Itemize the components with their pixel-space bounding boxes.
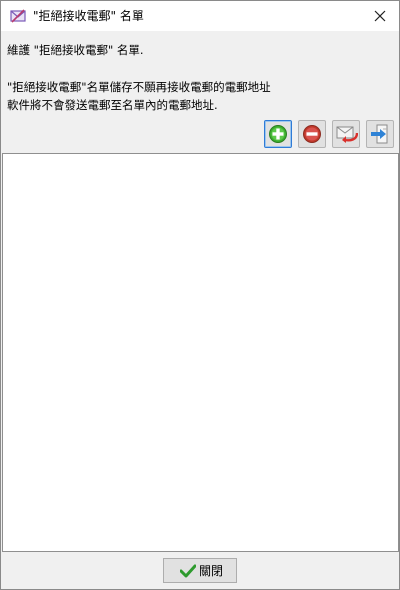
import-icon [336, 126, 358, 143]
export-icon [371, 124, 388, 144]
close-button-label: 關閉 [199, 564, 224, 578]
add-icon [269, 125, 287, 143]
checkmark-icon [179, 564, 197, 581]
add-address-button[interactable] [264, 120, 292, 148]
import-list-button[interactable] [332, 120, 360, 148]
instruction-spacer [7, 59, 271, 78]
dialog-window: "拒絕接收電郵" 名單 維護 "拒絕接收電郵" 名單. "拒絕接收電郵"名單儲存… [0, 0, 400, 590]
close-icon [374, 10, 386, 22]
instruction-note: 軟件將不會發送電郵至名單內的電郵地址. [7, 98, 218, 112]
blocked-address-list[interactable] [2, 153, 399, 552]
instructions: 維護 "拒絕接收電郵" 名單. "拒絕接收電郵"名單儲存不願再接收電郵的電郵地址… [7, 41, 271, 114]
title-bar[interactable]: "拒絕接收電郵" 名單 [1, 1, 399, 31]
envelope-block-icon [9, 7, 27, 25]
close-button[interactable]: 關閉 [163, 558, 237, 583]
export-list-button[interactable] [366, 120, 394, 148]
remove-icon [303, 125, 321, 143]
remove-address-button[interactable] [298, 120, 326, 148]
instruction-heading: 維護 "拒絕接收電郵" 名單. [7, 43, 144, 57]
window-title: "拒絕接收電郵" 名單 [33, 9, 144, 23]
instruction-description: "拒絕接收電郵"名單儲存不願再接收電郵的電郵地址 [7, 80, 271, 94]
close-window-button[interactable] [365, 3, 395, 29]
